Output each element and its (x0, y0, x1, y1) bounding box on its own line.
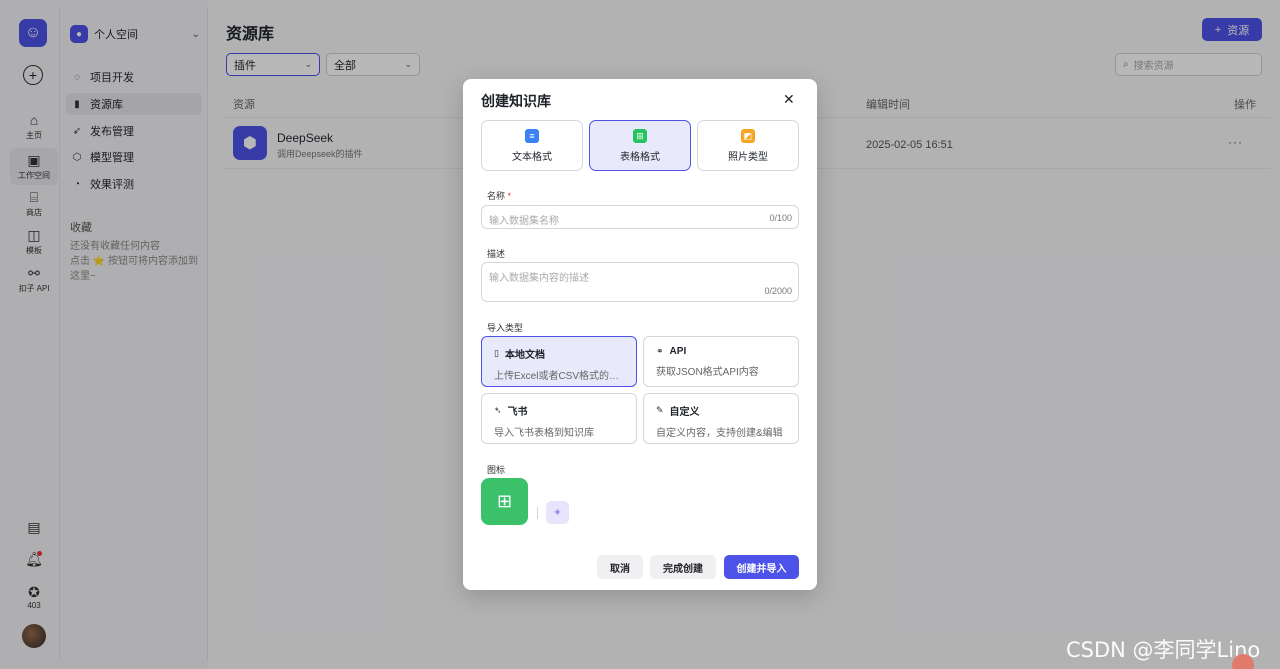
edit-doc-icon: ✎ (656, 405, 664, 415)
create-knowledge-dialog: 创建知识库 ✕ ≡ 文本格式 ⊞ 表格格式 ◩ 照片类型 名称 * 输入数据集名… (463, 79, 817, 590)
name-label: 名称 * (487, 189, 511, 202)
import-type-label: 导入类型 (487, 323, 524, 333)
knowledge-icon-preview[interactable]: ⊞ (481, 478, 528, 525)
watermark: CSDN @李同学Lino (1066, 638, 1261, 662)
format-label: 表格格式 (620, 152, 660, 163)
feishu-icon: ➴ (494, 405, 502, 415)
desc-char-count: 0/2000 (764, 286, 792, 296)
import-option-feishu[interactable]: ➴ 飞书 导入飞书表格到知识库 (481, 393, 637, 444)
create-and-import-button[interactable]: 创建并导入 (724, 555, 799, 579)
name-label-text: 名称 (487, 191, 506, 201)
name-placeholder: 输入数据集名称 (489, 216, 559, 227)
import-option-api[interactable]: ⚭ API 获取JSON格式API内容 (643, 336, 799, 387)
text-doc-icon: ≡ (525, 129, 539, 143)
import-title: 本地文档 (504, 350, 545, 361)
dialog-title: 创建知识库 (481, 93, 551, 109)
format-option-text[interactable]: ≡ 文本格式 (481, 120, 583, 171)
link-icon: ⚭ (656, 346, 664, 356)
import-desc: 自定义内容，支持创建&编辑 (656, 428, 783, 439)
watermark-avatar (1232, 654, 1254, 669)
import-title: 自定义 (669, 407, 700, 418)
sparkle-icon: ✦ (552, 507, 563, 519)
format-label: 照片类型 (728, 152, 768, 163)
import-desc: 获取JSON格式API内容 (656, 367, 759, 378)
cancel-button[interactable]: 取消 (597, 555, 643, 579)
divider (537, 507, 538, 519)
close-icon[interactable]: ✕ (783, 91, 795, 108)
desc-label: 描述 (487, 249, 506, 259)
required-mark: * (507, 191, 512, 201)
name-field[interactable]: 输入数据集名称 0/100 (481, 205, 799, 229)
import-title: 飞书 (507, 407, 528, 418)
import-desc: 上传Excel或者CSV格式的文档 (494, 371, 624, 382)
import-option-local[interactable]: ▯ 本地文档 上传Excel或者CSV格式的文档 (481, 336, 637, 387)
desc-placeholder: 输入数据集内容的描述 (489, 273, 589, 284)
image-icon: ◩ (741, 129, 755, 143)
table-icon: ⊞ (496, 491, 513, 511)
file-icon: ▯ (494, 348, 499, 358)
format-option-image[interactable]: ◩ 照片类型 (697, 120, 799, 171)
icon-label: 图标 (487, 465, 506, 475)
finish-create-button[interactable]: 完成创建 (650, 555, 716, 579)
format-option-table[interactable]: ⊞ 表格格式 (589, 120, 691, 171)
table-icon: ⊞ (633, 129, 647, 143)
import-title: API (669, 346, 687, 357)
import-option-custom[interactable]: ✎ 自定义 自定义内容，支持创建&编辑 (643, 393, 799, 444)
ai-generate-icon-button[interactable]: ✦ (546, 501, 569, 524)
description-field[interactable]: 输入数据集内容的描述 0/2000 (481, 262, 799, 302)
format-label: 文本格式 (512, 152, 552, 163)
name-char-count: 0/100 (769, 213, 792, 223)
import-desc: 导入飞书表格到知识库 (494, 428, 594, 439)
